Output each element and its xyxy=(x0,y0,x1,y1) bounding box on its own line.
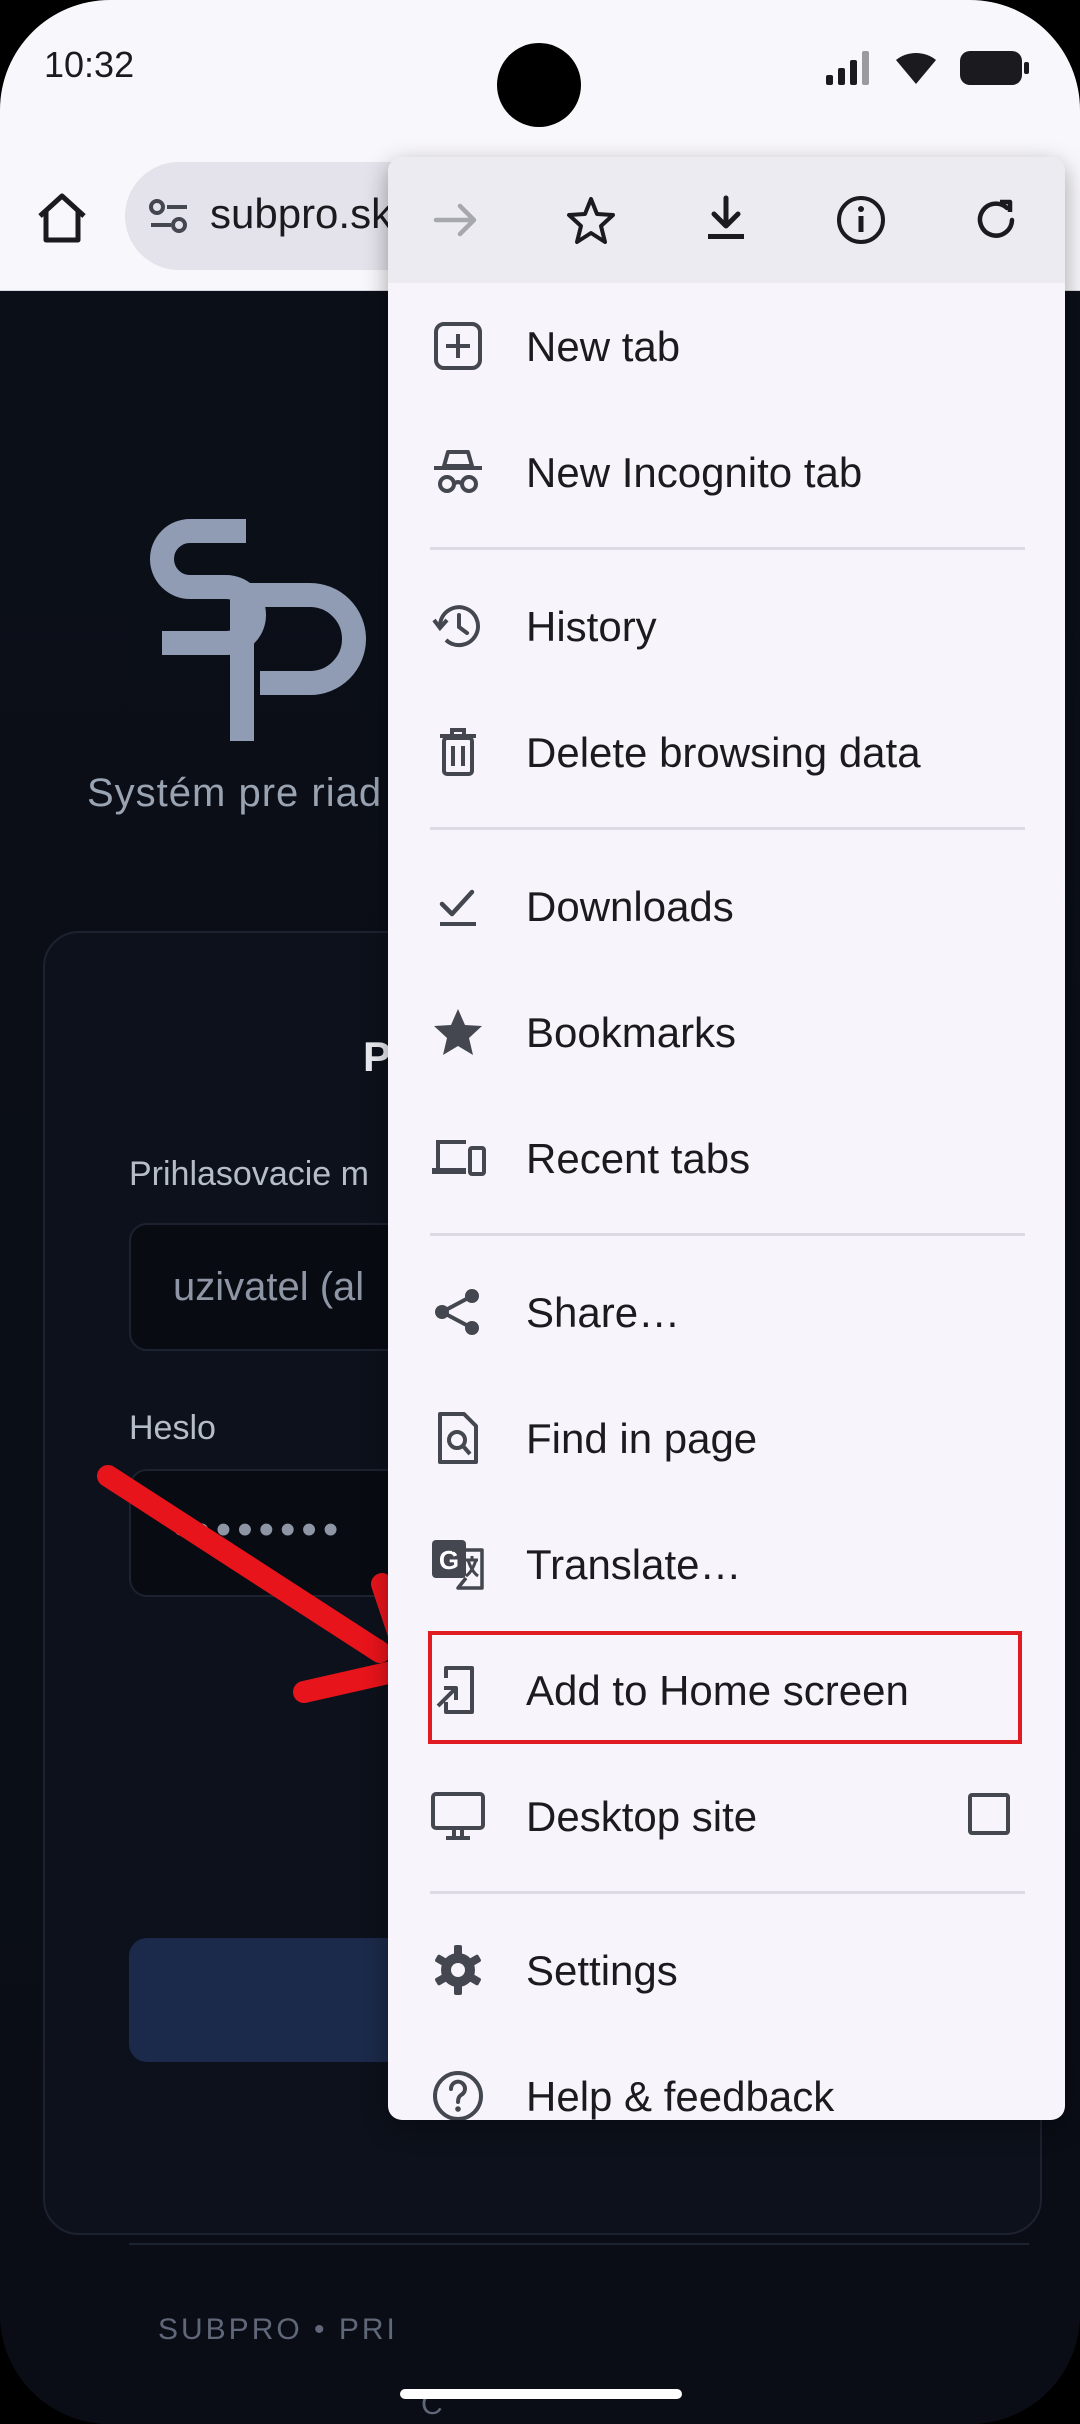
menu-label-downloads: Downloads xyxy=(526,883,734,930)
help-icon xyxy=(433,2071,483,2120)
menu-item-desktop-site[interactable]: Desktop site xyxy=(388,1753,1065,1879)
menu-divider xyxy=(430,1233,1025,1236)
menu-label-settings: Settings xyxy=(526,1947,678,1994)
menu-label-delete-browsing-data: Delete browsing data xyxy=(526,729,921,776)
menu-item-help-feedback[interactable]: Help & feedback xyxy=(388,2033,1065,2120)
menu-item-find-in-page[interactable]: Find in page xyxy=(388,1375,1065,1501)
menu-item-new-tab[interactable]: New tab xyxy=(388,283,1065,409)
menu-divider xyxy=(430,1891,1025,1894)
overflow-menu: New tab New Incognito tab History Delete… xyxy=(388,157,1065,2120)
menu-item-downloads[interactable]: Downloads xyxy=(388,843,1065,969)
menu-label-bookmarks: Bookmarks xyxy=(526,1009,737,1056)
info-icon[interactable] xyxy=(833,192,889,248)
download-icon[interactable] xyxy=(698,192,754,248)
desktop-site-checkbox[interactable] xyxy=(968,1793,1010,1835)
find-in-page-icon xyxy=(438,1412,478,1464)
refresh-icon[interactable] xyxy=(968,192,1024,248)
menu-label-history: History xyxy=(526,603,657,650)
new-tab-icon xyxy=(434,322,482,370)
history-icon xyxy=(432,605,480,648)
menu-action-row xyxy=(388,157,1065,283)
menu-label-translate: Translate… xyxy=(526,1541,742,1588)
menu-item-translate[interactable]: G Translate… xyxy=(388,1501,1065,1627)
star-filled-icon xyxy=(434,1009,482,1055)
share-icon xyxy=(435,1289,479,1335)
forward-icon[interactable] xyxy=(428,192,484,248)
highlight-box xyxy=(428,1631,1022,1744)
menu-item-recent-tabs[interactable]: Recent tabs xyxy=(388,1095,1065,1221)
menu-item-new-incognito-tab[interactable]: New Incognito tab xyxy=(388,409,1065,535)
incognito-icon xyxy=(434,450,482,493)
bookmark-star-icon[interactable] xyxy=(563,192,619,248)
trash-icon xyxy=(440,728,476,776)
menu-divider xyxy=(430,827,1025,830)
menu-label-find-in-page: Find in page xyxy=(526,1415,758,1462)
gear-icon xyxy=(435,1945,481,1995)
desktop-icon xyxy=(431,1792,485,1840)
menu-item-bookmarks[interactable]: Bookmarks xyxy=(388,969,1065,1095)
menu-label-desktop-site: Desktop site xyxy=(526,1793,758,1840)
devices-icon xyxy=(432,1140,486,1176)
menu-item-share[interactable]: Share… xyxy=(388,1249,1065,1375)
menu-item-settings[interactable]: Settings xyxy=(388,1907,1065,2033)
menu-label-help-feedback: Help & feedback xyxy=(526,2073,835,2120)
menu-item-history[interactable]: History xyxy=(388,563,1065,689)
menu-item-delete-browsing-data[interactable]: Delete browsing data xyxy=(388,689,1065,815)
menu-label-share: Share… xyxy=(526,1289,681,1336)
menu-label-new-tab: New tab xyxy=(526,323,681,370)
phone-screen: 10:32 subpro.sk Systém pre riad P Prihla… xyxy=(0,0,1080,2424)
menu-label-recent-tabs: Recent tabs xyxy=(526,1135,751,1182)
translate-icon: G xyxy=(432,1540,484,1590)
gesture-navigation-bar[interactable] xyxy=(400,2389,682,2399)
menu-label-new-incognito-tab: New Incognito tab xyxy=(526,449,863,496)
downloads-check-icon xyxy=(439,889,476,926)
menu-divider xyxy=(430,547,1025,550)
